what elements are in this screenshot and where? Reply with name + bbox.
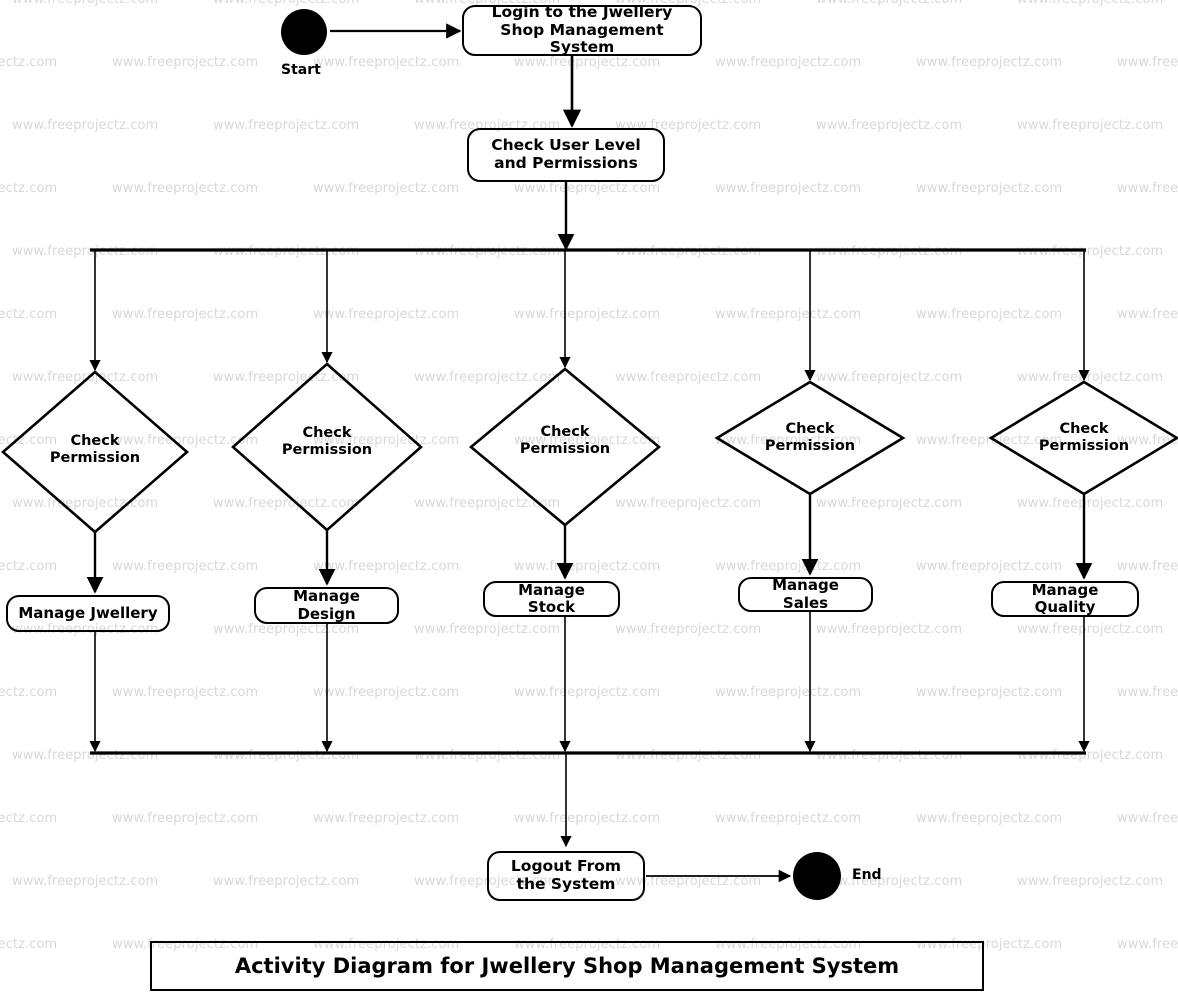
activity-login[interactable]: Login to the Jwellery Shop Management Sy… <box>462 3 702 56</box>
activity-manage-sales[interactable]: Manage Sales <box>738 577 873 612</box>
decision-label-3-line2: Permission <box>519 440 611 457</box>
decision-label-4: Check Permission <box>750 421 870 454</box>
end-label: End <box>852 867 882 883</box>
activity-diagram-canvas: www.freeprojectz.comwww.freeprojectz.com… <box>0 0 1178 994</box>
decision-label-1-line2: Permission <box>49 449 141 466</box>
decision-label-3-line1: Check <box>540 424 590 440</box>
activity-manage-design[interactable]: Manage Design <box>254 587 399 624</box>
start-label: Start <box>281 62 321 78</box>
decision-label-4-line2: Permission <box>764 437 856 454</box>
diagram-caption-box: Activity Diagram for Jwellery Shop Manag… <box>150 941 984 991</box>
end-node <box>793 852 841 900</box>
decision-label-2: Check Permission <box>267 425 387 458</box>
decision-label-2-line2: Permission <box>281 441 373 458</box>
decision-label-2-line1: Check <box>302 425 352 441</box>
activity-manage-jwellery[interactable]: Manage Jwellery <box>6 595 170 632</box>
decision-label-1-line1: Check <box>70 433 120 449</box>
activity-check-user-level[interactable]: Check User Level and Permissions <box>467 128 665 182</box>
activity-logout[interactable]: Logout From the System <box>487 851 645 901</box>
diagram-layer: Start Login to the Jwellery Shop Managem… <box>0 0 1178 994</box>
decision-label-3: Check Permission <box>505 424 625 457</box>
activity-manage-stock[interactable]: Manage Stock <box>483 581 620 617</box>
diagram-title: Activity Diagram for Jwellery Shop Manag… <box>234 954 900 978</box>
decision-label-5-line1: Check <box>1059 421 1109 437</box>
decision-label-4-line1: Check <box>785 421 835 437</box>
decision-label-5-line2: Permission <box>1038 437 1130 454</box>
start-node <box>281 9 327 55</box>
decision-label-1: Check Permission <box>35 433 155 466</box>
activity-manage-quality[interactable]: Manage Quality <box>991 581 1139 617</box>
decision-label-5: Check Permission <box>1024 421 1144 454</box>
